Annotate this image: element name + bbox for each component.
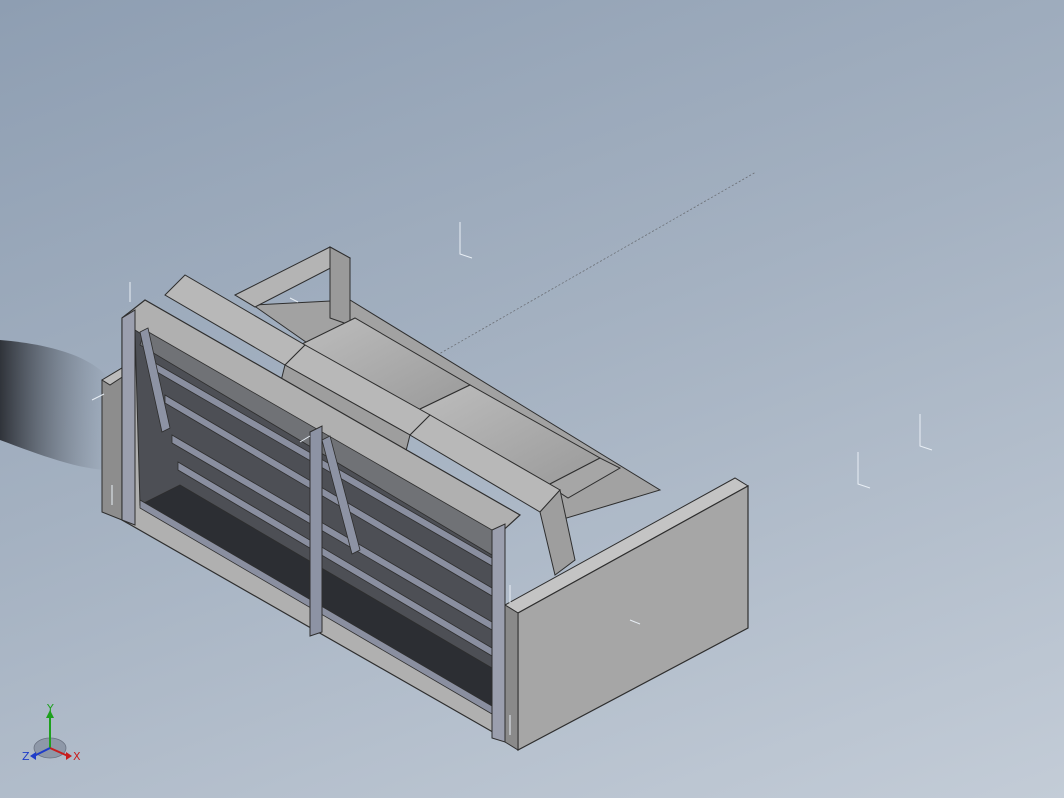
rear-frame-right-post[interactable] — [491, 523, 506, 743]
right-armrest-edge[interactable] — [504, 604, 519, 751]
graphics-viewport[interactable]: Y X Z — [0, 0, 1064, 798]
triad-x-label: X — [73, 750, 81, 763]
rear-frame-left-post[interactable] — [121, 309, 136, 526]
left-armrest-side[interactable] — [329, 246, 351, 326]
construction-line — [384, 171, 757, 386]
center-post[interactable] — [309, 425, 323, 637]
model-view[interactable]: Y X Z — [0, 0, 1064, 798]
triad-y-label: Y — [46, 702, 54, 715]
coordinate-triad-icon[interactable]: Y X Z — [22, 702, 81, 763]
cast-shadow — [0, 340, 110, 470]
triad-z-label: Z — [22, 750, 30, 763]
